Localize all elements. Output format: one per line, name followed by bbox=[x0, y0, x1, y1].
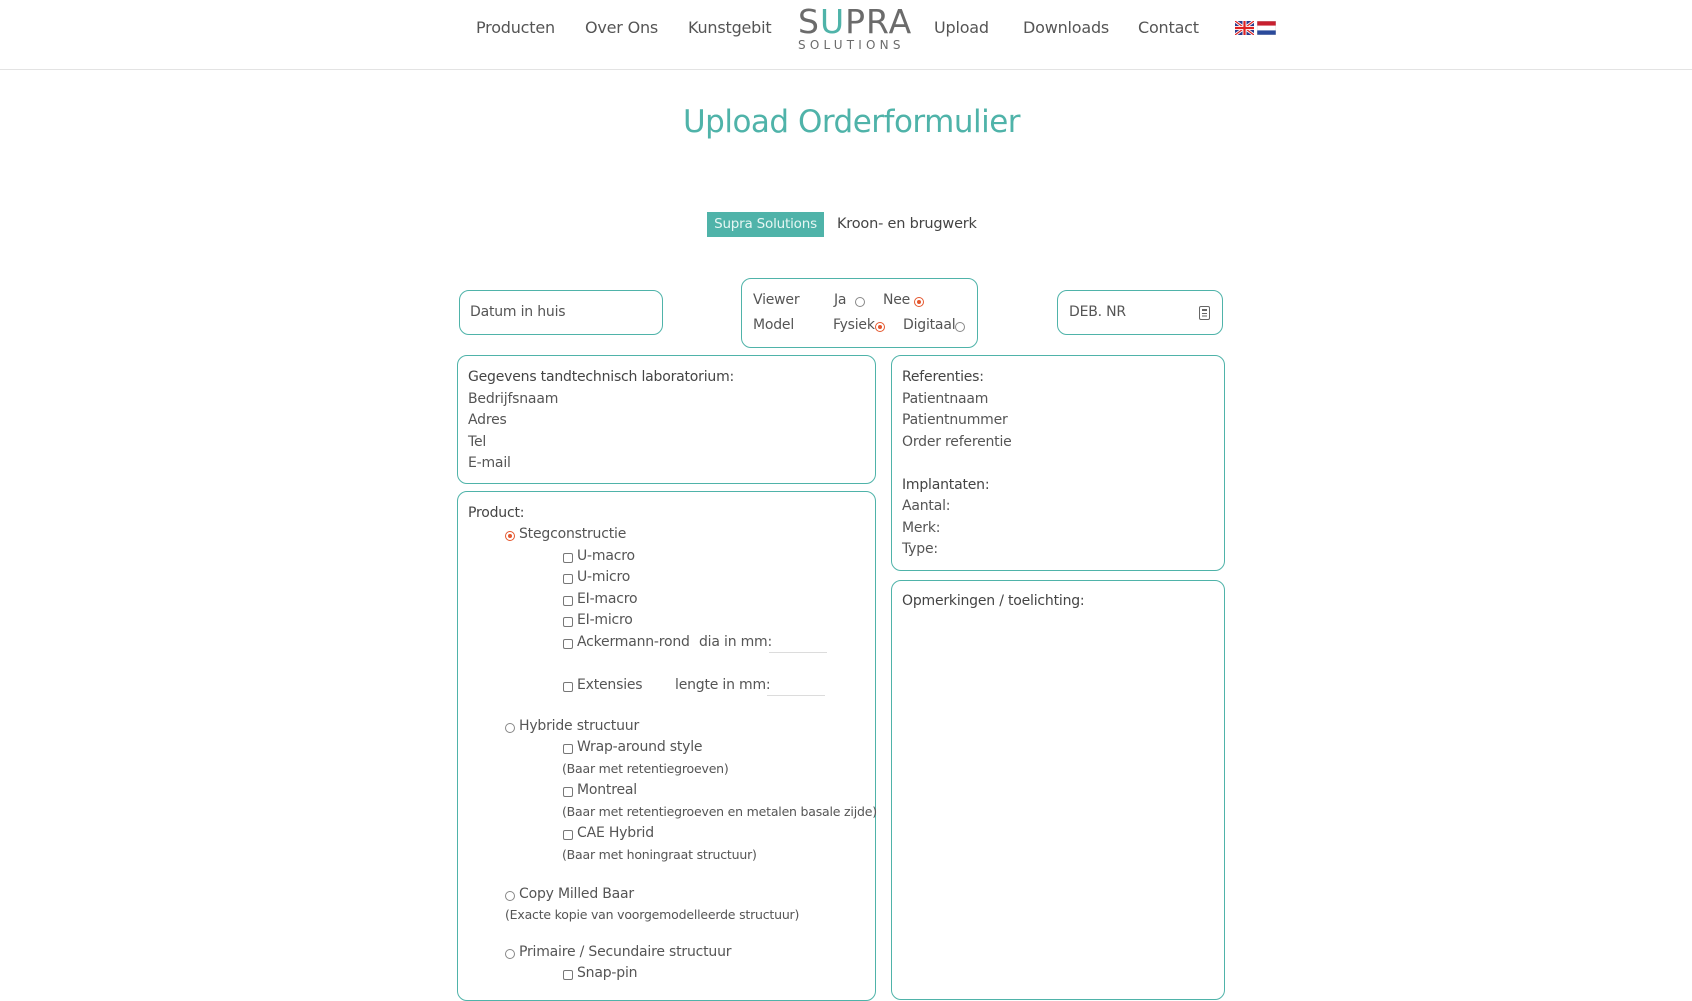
copy-milled-baar-label: Copy Milled Baar bbox=[519, 886, 634, 902]
viewer-ja-radio[interactable] bbox=[855, 297, 865, 307]
lab-info-heading: Gegevens tandtechnisch laboratorium: bbox=[468, 369, 735, 385]
lab-adres[interactable]: Adres bbox=[468, 412, 507, 428]
nav-producten[interactable]: Producten bbox=[476, 18, 555, 37]
cae-hybrid-label: CAE Hybrid bbox=[577, 825, 654, 841]
nav-over-ons[interactable]: Over Ons bbox=[585, 18, 658, 37]
stegconstructie-radio[interactable] bbox=[505, 531, 515, 541]
tab-kroon-en-brugwerk[interactable]: Kroon- en brugwerk bbox=[837, 212, 977, 237]
ei-macro-label: EI-macro bbox=[577, 591, 638, 607]
number-input-icon[interactable] bbox=[1199, 305, 1210, 324]
implant-aantal[interactable]: Aantal: bbox=[902, 498, 951, 514]
model-fysiek-radio[interactable] bbox=[875, 322, 885, 332]
ackermann-rond-checkbox[interactable] bbox=[563, 639, 573, 649]
primaire-secundaire-radio[interactable] bbox=[505, 949, 515, 959]
cae-hybrid-checkbox[interactable] bbox=[563, 830, 573, 840]
model-digitaal-radio[interactable] bbox=[955, 322, 965, 332]
viewer-nee-radio[interactable] bbox=[914, 297, 924, 307]
extensies-checkbox[interactable] bbox=[563, 682, 573, 692]
dia-in-mm-label: dia in mm: bbox=[699, 634, 773, 650]
model-digitaal-label: Digitaal bbox=[903, 317, 956, 333]
montreal-note: (Baar met retentiegroeven en metalen bas… bbox=[562, 804, 877, 819]
extensies-label: Extensies bbox=[577, 677, 643, 693]
wrap-around-label: Wrap-around style bbox=[577, 739, 703, 755]
hybride-structuur-label: Hybride structuur bbox=[519, 718, 639, 734]
flag-uk-icon[interactable] bbox=[1235, 21, 1254, 35]
montreal-checkbox[interactable] bbox=[563, 787, 573, 797]
lengte-in-mm-input[interactable] bbox=[767, 695, 825, 696]
montreal-label: Montreal bbox=[577, 782, 637, 798]
ei-macro-checkbox[interactable] bbox=[563, 596, 573, 606]
references-box: Referenties: Patientnaam Patientnummer O… bbox=[891, 355, 1225, 571]
ei-micro-label: EI-micro bbox=[577, 612, 633, 628]
model-label: Model bbox=[753, 317, 795, 333]
cae-hybrid-note: (Baar met honingraat structuur) bbox=[562, 847, 757, 862]
lab-email[interactable]: E-mail bbox=[468, 455, 511, 471]
wrap-around-checkbox[interactable] bbox=[563, 744, 573, 754]
page-title: Upload Orderformulier bbox=[682, 104, 1021, 140]
flag-nl-icon[interactable] bbox=[1257, 21, 1276, 35]
nav-kunstgebit[interactable]: Kunstgebit bbox=[688, 18, 772, 37]
stegconstructie-label: Stegconstructie bbox=[519, 526, 627, 542]
deb-nr-placeholder: DEB. NR bbox=[1069, 304, 1126, 320]
remarks-box[interactable]: Opmerkingen / toelichting: bbox=[891, 580, 1225, 1000]
lab-tel[interactable]: Tel bbox=[468, 434, 486, 450]
ei-micro-checkbox[interactable] bbox=[563, 617, 573, 627]
u-micro-checkbox[interactable] bbox=[563, 574, 573, 584]
wrap-around-note: (Baar met retentiegroeven) bbox=[562, 761, 729, 776]
datum-in-huis-placeholder: Datum in huis bbox=[470, 304, 566, 320]
lab-info-box: Gegevens tandtechnisch laboratorium: Bed… bbox=[457, 355, 876, 484]
implantaten-heading: Implantaten: bbox=[902, 477, 990, 493]
primaire-secundaire-label: Primaire / Secundaire structuur bbox=[519, 944, 732, 960]
ref-patientnummer[interactable]: Patientnummer bbox=[902, 412, 1008, 428]
logo-wordmark: SUPRA bbox=[798, 2, 913, 41]
supra-solutions-logo[interactable]: SUPRA SOLUTIONS bbox=[798, 2, 913, 55]
copy-milled-baar-radio[interactable] bbox=[505, 891, 515, 901]
dia-in-mm-input[interactable] bbox=[769, 652, 827, 653]
ref-order-referentie[interactable]: Order referentie bbox=[902, 434, 1012, 450]
implant-merk[interactable]: Merk: bbox=[902, 520, 940, 536]
lengte-in-mm-label: lengte in mm: bbox=[675, 677, 771, 693]
top-navigation: Producten Over Ons Kunstgebit SUPRA SOLU… bbox=[0, 0, 1692, 70]
datum-in-huis-field[interactable]: Datum in huis bbox=[459, 290, 663, 335]
deb-nr-field[interactable]: DEB. NR bbox=[1057, 290, 1223, 335]
product-box: Product: Stegconstructie U-macro U-micro… bbox=[457, 491, 877, 1001]
nav-downloads[interactable]: Downloads bbox=[1023, 18, 1109, 37]
viewer-model-box: Viewer Ja Nee Model Fysiek Digitaal bbox=[741, 278, 978, 348]
lab-bedrijfsnaam[interactable]: Bedrijfsnaam bbox=[468, 391, 558, 407]
tab-supra-solutions[interactable]: Supra Solutions bbox=[707, 212, 824, 237]
implant-type[interactable]: Type: bbox=[902, 541, 938, 557]
ackermann-rond-label: Ackermann-rond bbox=[577, 634, 690, 650]
u-macro-label: U-macro bbox=[577, 548, 635, 564]
snap-pin-label: Snap-pin bbox=[577, 965, 638, 981]
ref-patientnaam[interactable]: Patientnaam bbox=[902, 391, 988, 407]
model-fysiek-label: Fysiek bbox=[833, 317, 875, 333]
u-micro-label: U-micro bbox=[577, 569, 631, 585]
nav-upload[interactable]: Upload bbox=[934, 18, 989, 37]
viewer-ja-label: Ja bbox=[834, 292, 847, 308]
logo-subtitle: SOLUTIONS bbox=[798, 38, 905, 52]
hybride-structuur-radio[interactable] bbox=[505, 723, 515, 733]
remarks-heading: Opmerkingen / toelichting: bbox=[902, 593, 1085, 609]
product-heading: Product: bbox=[468, 505, 525, 521]
viewer-label: Viewer bbox=[753, 292, 800, 308]
snap-pin-checkbox[interactable] bbox=[563, 970, 573, 980]
copy-milled-baar-note: (Exacte kopie van voorgemodelleerde stru… bbox=[505, 907, 800, 922]
u-macro-checkbox[interactable] bbox=[563, 553, 573, 563]
references-heading: Referenties: bbox=[902, 369, 984, 385]
viewer-nee-label: Nee bbox=[883, 292, 911, 308]
nav-contact[interactable]: Contact bbox=[1138, 18, 1199, 37]
